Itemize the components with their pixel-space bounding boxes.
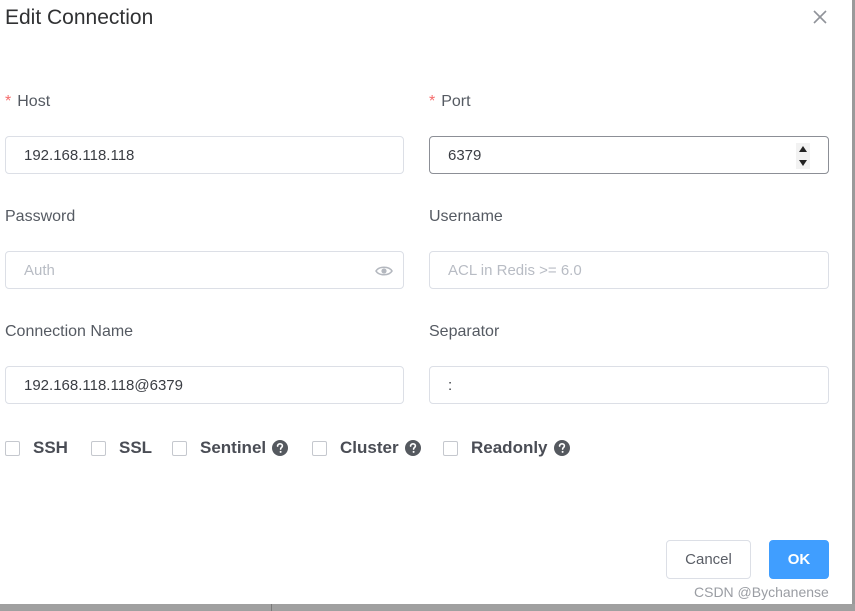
separator-input[interactable] (430, 367, 828, 403)
port-label: * Port (429, 93, 471, 111)
eye-icon[interactable] (375, 264, 393, 278)
separator-label: Separator (429, 323, 500, 340)
ssl-label: SSL (119, 438, 153, 457)
username-label: Username (429, 208, 503, 225)
checkbox-box[interactable] (172, 440, 187, 456)
ssl-checkbox[interactable]: SSL (91, 438, 152, 458)
cluster-label: Cluster (340, 438, 399, 457)
port-input[interactable] (430, 137, 828, 173)
username-field (429, 251, 829, 289)
cancel-button[interactable]: Cancel (666, 540, 751, 579)
watermark: CSDN @Bychanense (694, 584, 829, 600)
password-field (5, 251, 404, 289)
window-edge-bottom (0, 604, 855, 611)
help-icon[interactable] (553, 440, 570, 456)
connection-name-label: Connection Name (5, 323, 134, 340)
ssh-checkbox[interactable]: SSH (5, 438, 68, 458)
port-stepper[interactable] (796, 143, 810, 169)
help-icon[interactable] (404, 440, 421, 456)
readonly-label: Readonly (471, 438, 548, 457)
connection-name-field (5, 366, 404, 404)
checkbox-box[interactable] (312, 440, 327, 456)
host-field (5, 136, 404, 174)
username-input[interactable] (430, 252, 828, 288)
ok-button[interactable]: OK (769, 540, 829, 579)
separator-field (429, 366, 829, 404)
dialog-title: Edit Connection (5, 6, 154, 29)
port-field (429, 136, 829, 174)
bottom-separator (271, 604, 272, 611)
password-label: Password (5, 208, 76, 225)
password-input[interactable] (6, 252, 403, 288)
help-icon[interactable] (272, 440, 289, 456)
checkbox-box[interactable] (91, 440, 106, 456)
checkbox-box[interactable] (5, 440, 20, 456)
connection-name-input[interactable] (6, 367, 403, 403)
checkbox-box[interactable] (443, 440, 458, 456)
sentinel-checkbox[interactable]: Sentinel (172, 438, 289, 458)
host-label-text: Host (17, 93, 51, 110)
port-label-text: Port (441, 93, 471, 110)
edit-connection-dialog: Edit Connection * Host * Port Password (0, 0, 852, 604)
required-marker: * (5, 93, 12, 110)
close-icon[interactable] (809, 6, 831, 28)
host-label: * Host (5, 93, 50, 111)
cluster-checkbox[interactable]: Cluster (312, 438, 421, 458)
required-marker: * (429, 93, 436, 110)
ssh-label: SSH (33, 438, 68, 457)
sentinel-label: Sentinel (200, 438, 267, 457)
host-input[interactable] (6, 137, 403, 173)
readonly-checkbox[interactable]: Readonly (443, 438, 570, 458)
